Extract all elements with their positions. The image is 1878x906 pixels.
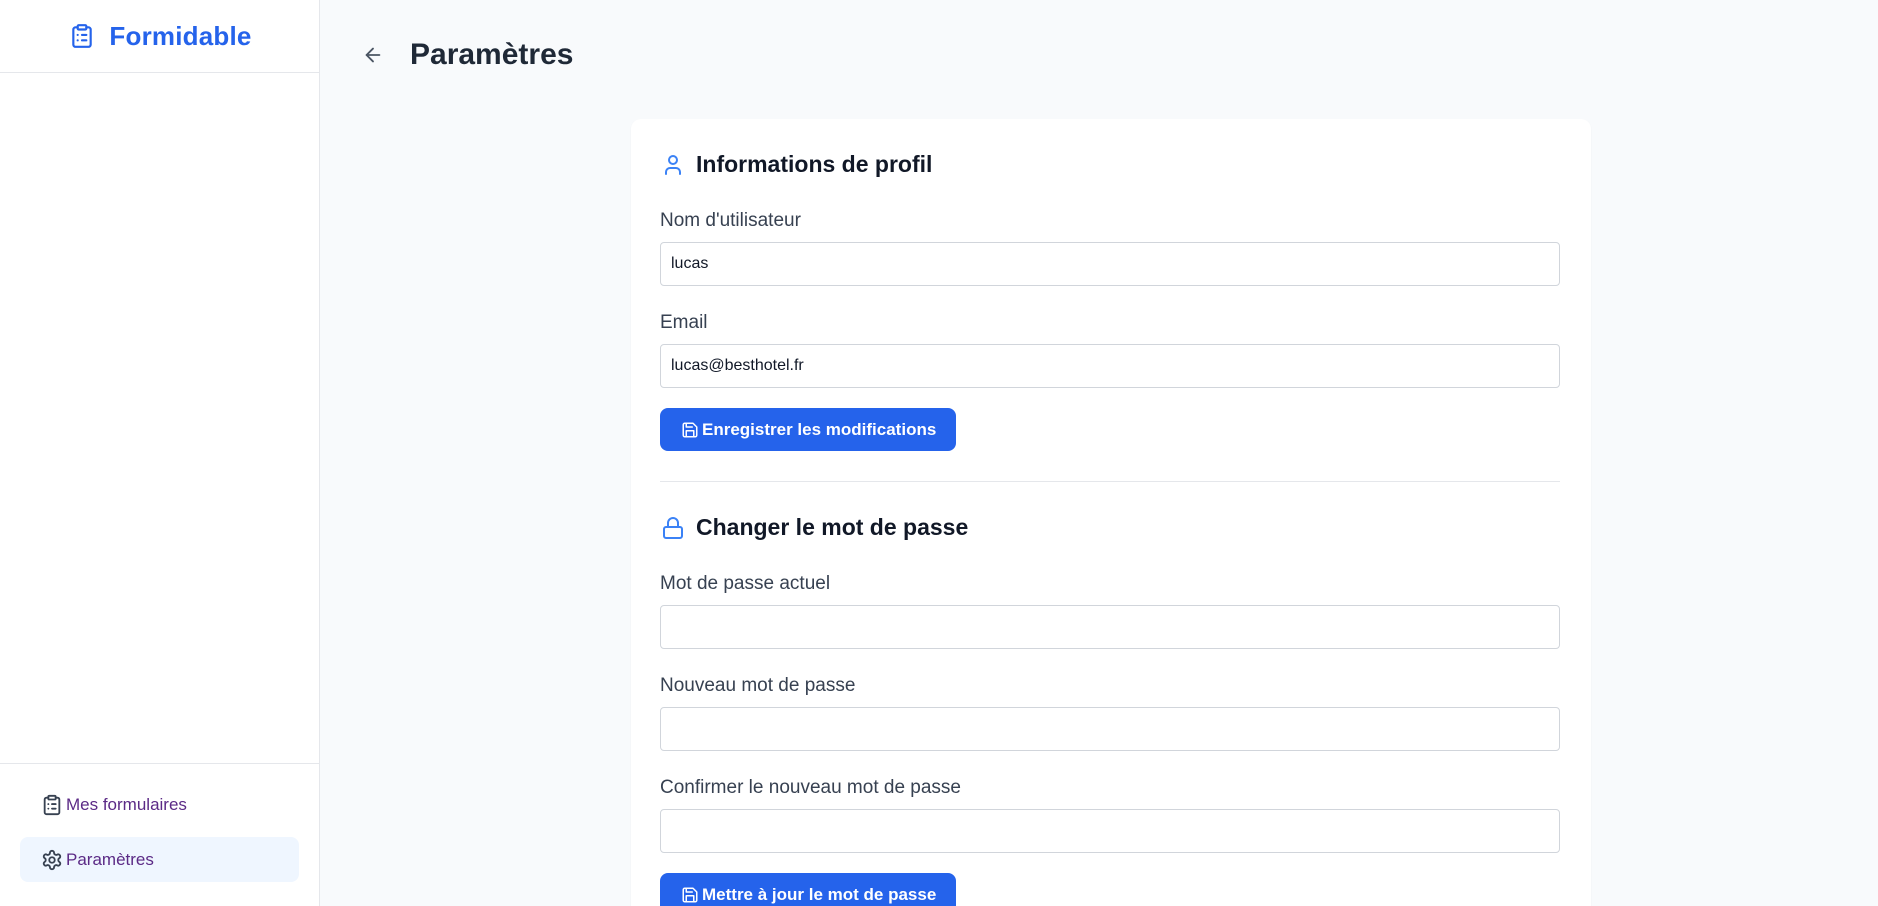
password-section-title: Changer le mot de passe [660,514,1562,541]
sidebar: Formidable Mes formulaires Paramètres [0,0,320,906]
save-profile-label: Enregistrer les modifications [702,419,937,439]
sidebar-item-parametres[interactable]: Paramètres [20,837,299,882]
sidebar-item-label: Paramètres [66,849,154,869]
clipboard-icon [40,793,64,817]
section-divider [660,481,1560,482]
current-password-label: Mot de passe actuel [660,573,831,594]
gear-icon [40,848,64,872]
sidebar-nav: Mes formulaires Paramètres [0,763,319,906]
user-icon [660,152,686,178]
update-password-label: Mettre à jour le mot de passe [702,884,937,904]
email-label: Email [660,312,708,333]
settings-card: Informations de profil Nom d'utilisateur… [631,119,1591,906]
confirm-password-input[interactable] [660,809,1560,853]
password-section-label: Changer le mot de passe [696,514,969,540]
lock-icon [660,515,686,541]
profile-section-label: Informations de profil [696,151,933,177]
confirm-password-label: Confirmer le nouveau mot de passe [660,777,961,798]
save-icon [680,420,700,440]
username-label: Nom d'utilisateur [660,210,801,231]
update-password-button[interactable]: Mettre à jour le mot de passe [660,873,957,906]
app: Formidable Mes formulaires Paramètres Pa… [0,0,1878,906]
brand[interactable]: Formidable [0,0,319,73]
page-title: Paramètres [410,38,574,71]
brand-name: Formidable [109,20,252,51]
new-password-label: Nouveau mot de passe [660,675,856,696]
save-profile-button[interactable]: Enregistrer les modifications [660,408,957,451]
new-password-input[interactable] [660,707,1560,751]
save-icon [680,885,700,905]
sidebar-item-mes-formulaires[interactable]: Mes formulaires [20,782,299,827]
main-content: Paramètres Informations de profil Nom d'… [320,0,1878,906]
email-input[interactable] [660,344,1560,388]
profile-section-title: Informations de profil [660,151,1562,178]
sidebar-item-label: Mes formulaires [66,794,187,814]
arrow-left-icon[interactable] [360,42,386,68]
clipboard-list-icon [67,21,97,51]
username-input[interactable] [660,242,1560,286]
page-header: Paramètres [360,38,573,72]
current-password-input[interactable] [660,605,1560,649]
